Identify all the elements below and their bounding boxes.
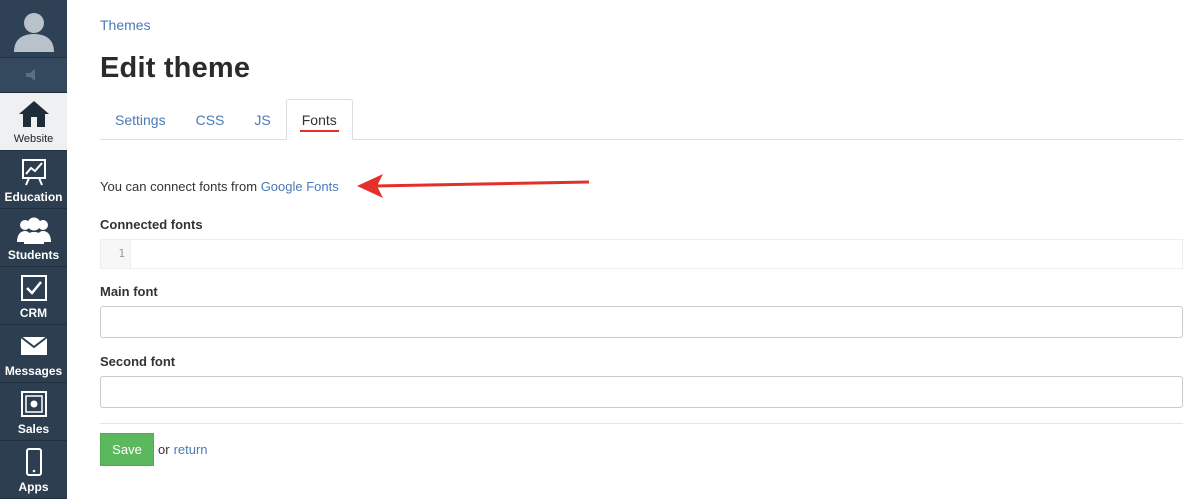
home-icon [18,101,49,127]
or-text: or [158,442,170,457]
google-fonts-link[interactable]: Google Fonts [261,179,339,194]
sidebar-item-students[interactable]: Students [0,209,67,267]
avatar[interactable] [0,0,67,58]
info-text: You can connect fonts from [100,179,258,194]
sidebar-item-messages[interactable]: Messages [0,325,67,383]
tab-bar: Settings CSS JS Fonts [100,99,1183,140]
line-number: 1 [101,240,131,268]
phone-icon [25,448,42,476]
sidebar-item-website[interactable]: Website [0,93,67,151]
sidebar-item-label: Education [4,190,63,204]
second-font-label: Second font [100,354,176,369]
save-button[interactable]: Save [100,433,154,466]
tab-settings[interactable]: Settings [100,99,181,140]
sidebar-item-label: Website [13,133,54,145]
annotation-underline [299,130,339,132]
sidebar-item-sales[interactable]: Sales [0,383,67,441]
tab-label: Settings [115,111,166,128]
sidebar-item-crm[interactable]: CRM [0,267,67,325]
tab-js[interactable]: JS [239,99,285,140]
checkbox-icon [20,275,47,301]
tab-fonts[interactable]: Fonts [285,99,353,140]
main-font-label: Main font [100,284,158,299]
chart-board-icon [21,159,46,186]
user-avatar-icon [13,12,54,52]
tab-label: JS [254,111,271,128]
annotation-arrow-icon [357,174,590,198]
sound-toggle[interactable] [0,58,67,93]
connected-fonts-editor[interactable]: 1 [100,239,1183,269]
sidebar-item-label: Messages [4,364,63,378]
page-title: Edit theme [100,52,251,84]
users-icon [16,217,51,244]
return-link[interactable]: return [174,442,208,457]
connected-fonts-label: Connected fonts [100,217,203,232]
form-actions: Save or return [100,433,208,466]
breadcrumb[interactable]: Themes [100,17,151,33]
sidebar-item-label: Students [7,248,60,262]
tab-label: Fonts [301,111,337,128]
sidebar: Website Education Students CRM Messages … [0,0,67,499]
sidebar-item-apps[interactable]: Apps [0,441,67,499]
divider [100,423,1183,424]
main-font-input[interactable] [100,306,1183,338]
tab-css[interactable]: CSS [181,99,240,140]
sidebar-item-education[interactable]: Education [0,151,67,209]
speaker-icon [25,69,35,81]
envelope-icon [19,336,48,355]
safe-icon [20,391,47,417]
tab-label: CSS [195,111,225,128]
fonts-info: You can connect fonts from Google Fonts [100,179,339,194]
sidebar-item-label: CRM [19,306,48,320]
second-font-input[interactable] [100,376,1183,408]
sidebar-item-label: Apps [18,480,49,494]
sidebar-item-label: Sales [17,422,50,436]
